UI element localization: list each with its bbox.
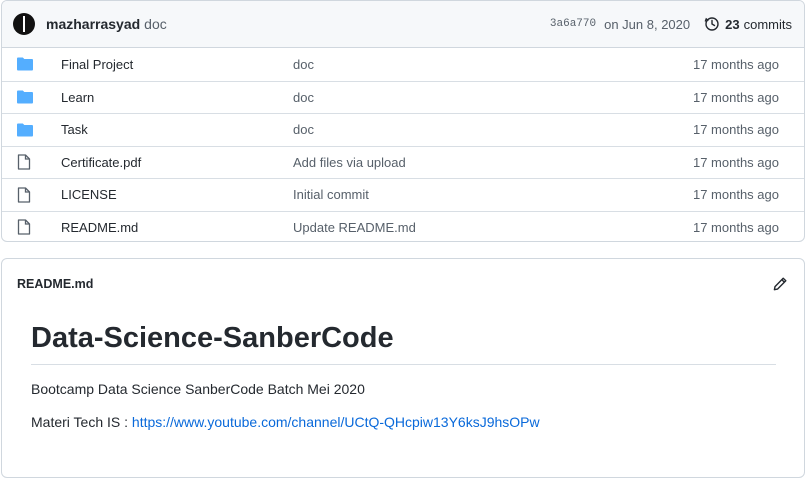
pencil-icon (773, 277, 787, 291)
file-browser: mazharrasyad doc 3a6a770 on Jun 8, 2020 … (1, 0, 805, 242)
file-name-link[interactable]: Final Project (61, 57, 133, 72)
file-list: Final Project doc 17 months ago Learn doc 17 … (2, 48, 804, 242)
file-row[interactable]: Final Project doc 17 months ago (2, 48, 804, 81)
folder-icon (17, 122, 33, 138)
file-commit-message-link[interactable]: doc (293, 57, 314, 72)
file-age: 17 months ago (692, 122, 779, 138)
file-row-inner: README.md Update README.md 17 months ago (17, 212, 791, 242)
readme-paragraph: Bootcamp Data Science SanberCode Batch M… (31, 380, 365, 397)
file-age: 17 months ago (692, 187, 779, 203)
edit-readme-button[interactable] (772, 276, 788, 292)
commit-count: 23 (725, 16, 740, 32)
file-name-link[interactable]: README.md (61, 220, 138, 235)
file-name-link[interactable]: Task (61, 122, 88, 137)
readme-content: Data-Science-SanberCode Bootcamp Data Sc… (2, 309, 804, 430)
folder-icon (17, 89, 33, 105)
file-row[interactable]: Learn doc 17 months ago (2, 80, 804, 114)
readme-panel: README.md Data-Science-SanberCode Bootca… (1, 258, 805, 478)
file-row-inner: Final Project doc 17 months ago (17, 48, 791, 81)
history-icon (704, 17, 719, 31)
file-commit-message-link[interactable]: Update README.md (293, 220, 416, 235)
file-row[interactable]: Task doc 17 months ago (2, 113, 804, 146)
commit-date: on Jun 8, 2020 (604, 16, 691, 32)
file-icon (17, 219, 33, 235)
commit-message-link[interactable]: doc (144, 16, 167, 32)
file-row-inner: Task doc 17 months ago (17, 114, 791, 146)
latest-commit-bar: mazharrasyad doc 3a6a770 on Jun 8, 2020 … (2, 1, 804, 48)
file-age: 17 months ago (692, 89, 779, 105)
file-row[interactable]: Certificate.pdf Add files via upload 17 mo… (2, 145, 804, 179)
file-icon (17, 187, 33, 203)
file-commit-message-link[interactable]: Add files via upload (293, 155, 406, 170)
file-commit-message-link[interactable]: doc (293, 90, 314, 105)
file-name-link[interactable]: Learn (61, 90, 94, 105)
readme-heading: Data-Science-SanberCode (31, 321, 776, 365)
readme-header: README.md (2, 259, 804, 309)
file-row-inner: LICENSE Initial commit 17 months ago (17, 179, 791, 211)
file-row[interactable]: LICENSE Initial commit 17 months ago (2, 178, 804, 211)
youtube-channel-link[interactable]: https://www.youtube.com/channel/UCtQ-QHc… (132, 414, 540, 430)
file-row[interactable]: README.md Update README.md 17 months ago (2, 210, 804, 242)
folder-icon (17, 56, 33, 72)
file-commit-message-link[interactable]: Initial commit (293, 187, 369, 202)
file-name-link[interactable]: Certificate.pdf (61, 155, 141, 170)
file-commit-message-link[interactable]: doc (293, 122, 314, 137)
readme-materi-line: Materi Tech IS : https://www.youtube.com… (31, 414, 776, 430)
commit-sha-link[interactable]: 3a6a770 (550, 18, 596, 30)
file-row-inner: Certificate.pdf Add files via upload 17 mo… (17, 147, 791, 179)
commits-label: commits (743, 16, 792, 32)
author-avatar[interactable] (13, 13, 35, 35)
file-age: 17 months ago (692, 56, 779, 72)
file-age: 17 months ago (692, 219, 779, 235)
readme-filename[interactable]: README.md (17, 277, 93, 291)
commit-history-link[interactable]: 23 commits (704, 16, 792, 32)
file-name-link[interactable]: LICENSE (61, 187, 117, 202)
file-age: 17 months ago (692, 154, 779, 170)
file-row-inner: Learn doc 17 months ago (17, 82, 791, 114)
file-icon (17, 154, 33, 170)
commit-author-link[interactable]: mazharrasyad (46, 16, 140, 32)
materi-label: Materi Tech IS : (31, 413, 132, 430)
